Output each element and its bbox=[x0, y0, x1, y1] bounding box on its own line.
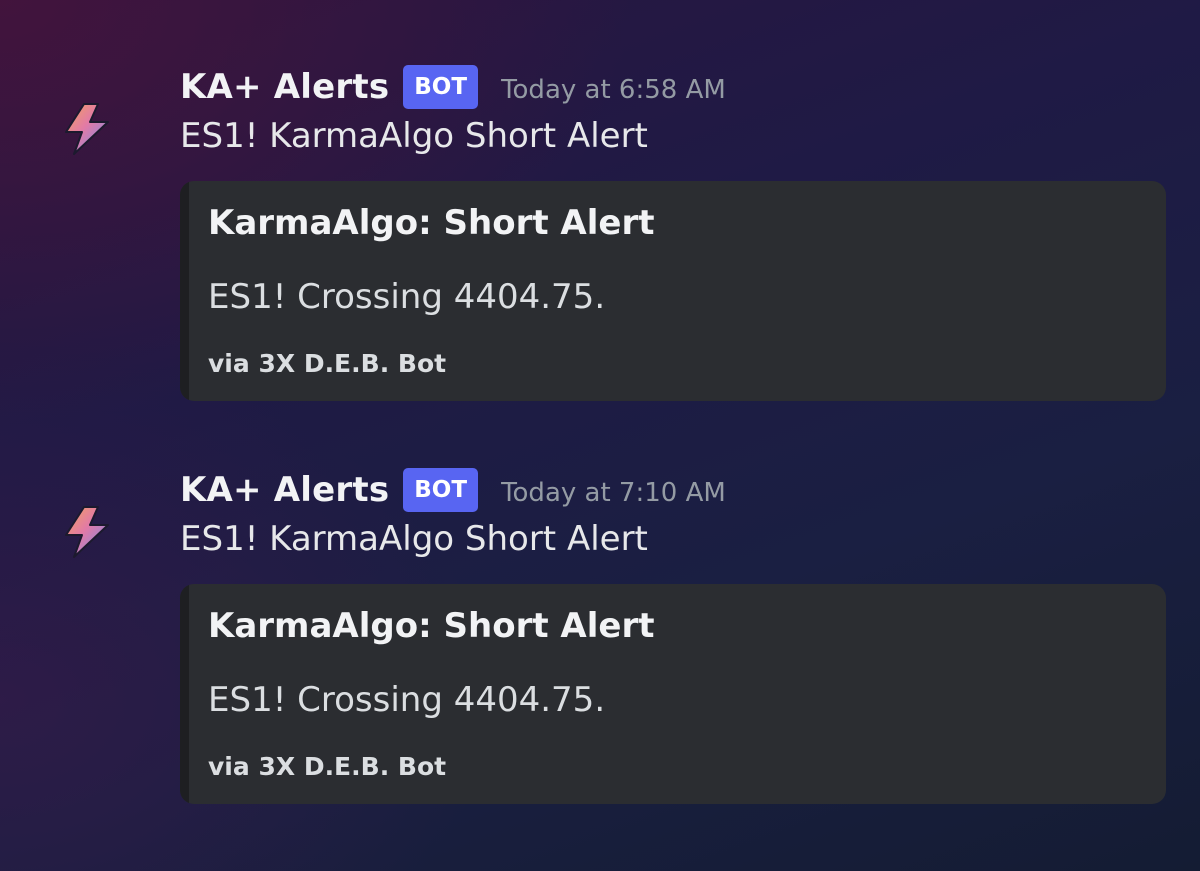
message-header: KA+ Alerts BOT Today at 7:10 AM bbox=[180, 467, 726, 513]
message-embed: KarmaAlgo: Short Alert ES1! Crossing 440… bbox=[180, 181, 1166, 401]
embed-footer: via 3X D.E.B. Bot bbox=[208, 752, 447, 781]
embed-footer: via 3X D.E.B. Bot bbox=[208, 349, 447, 378]
embed-accent-bar bbox=[180, 181, 189, 401]
message-content: ES1! KarmaAlgo Short Alert bbox=[180, 116, 648, 156]
bot-badge: BOT bbox=[403, 468, 479, 512]
embed-title: KarmaAlgo: Short Alert bbox=[208, 203, 655, 243]
bot-badge: BOT bbox=[403, 65, 479, 109]
chat-message-list: KA+ Alerts BOT Today at 6:58 AM ES1! Kar… bbox=[0, 0, 1200, 871]
timestamp: Today at 6:58 AM bbox=[501, 75, 726, 105]
message-content: ES1! KarmaAlgo Short Alert bbox=[180, 519, 648, 559]
embed-title: KarmaAlgo: Short Alert bbox=[208, 606, 655, 646]
lightning-bolt-icon[interactable] bbox=[54, 96, 120, 162]
embed-accent-bar bbox=[180, 584, 189, 804]
username[interactable]: KA+ Alerts bbox=[180, 470, 389, 510]
timestamp: Today at 7:10 AM bbox=[501, 478, 726, 508]
message-header: KA+ Alerts BOT Today at 6:58 AM bbox=[180, 64, 726, 110]
lightning-bolt-icon[interactable] bbox=[54, 499, 120, 565]
embed-description: ES1! Crossing 4404.75. bbox=[208, 277, 606, 317]
embed-description: ES1! Crossing 4404.75. bbox=[208, 680, 606, 720]
username[interactable]: KA+ Alerts bbox=[180, 67, 389, 107]
message-embed: KarmaAlgo: Short Alert ES1! Crossing 440… bbox=[180, 584, 1166, 804]
